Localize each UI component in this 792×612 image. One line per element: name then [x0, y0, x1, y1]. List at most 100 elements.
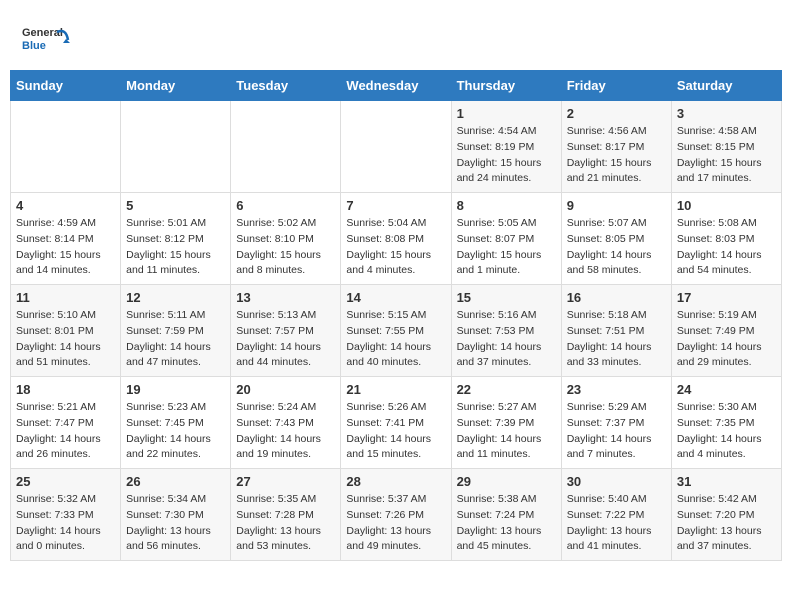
day-number: 27	[236, 474, 335, 489]
week-row-3: 11 Sunrise: 5:10 AM Sunset: 8:01 PM Dayli…	[11, 285, 782, 377]
logo: General Blue	[20, 20, 70, 60]
day-info: Sunrise: 4:59 AM Sunset: 8:14 PM Dayligh…	[16, 216, 115, 279]
day-cell: 23Sunrise: 5:29 AM Sunset: 7:37 PM Dayli…	[561, 377, 671, 469]
day-cell: 11 Sunrise: 5:10 AM Sunset: 8:01 PM Dayli…	[11, 285, 121, 377]
day-cell: 8 Sunrise: 5:05 AM Sunset: 8:07 PM Daylig…	[451, 193, 561, 285]
header-row: SundayMondayTuesdayWednesdayThursdayFrid…	[11, 71, 782, 101]
day-cell: 15 Sunrise: 5:16 AM Sunset: 7:53 PM Dayli…	[451, 285, 561, 377]
day-info: Sunrise: 5:32 AM Sunset: 7:33 PM Dayligh…	[16, 492, 115, 555]
day-info: Sunrise: 5:27 AM Sunset: 7:39 PM Dayligh…	[457, 400, 556, 463]
day-cell: 13Sunrise: 5:13 AM Sunset: 7:57 PM Dayli…	[231, 285, 341, 377]
day-cell: 30Sunrise: 5:40 AM Sunset: 7:22 PM Dayli…	[561, 469, 671, 561]
day-info: Sunrise: 5:24 AM Sunset: 7:43 PM Dayligh…	[236, 400, 335, 463]
day-number: 29	[457, 474, 556, 489]
day-info: Sunrise: 5:01 AM Sunset: 8:12 PM Dayligh…	[126, 216, 225, 279]
day-number: 5	[126, 198, 225, 213]
day-number: 12	[126, 290, 225, 305]
day-number: 15	[457, 290, 556, 305]
logo-svg: General Blue	[20, 20, 70, 60]
day-info: Sunrise: 5:38 AM Sunset: 7:24 PM Dayligh…	[457, 492, 556, 555]
day-info: Sunrise: 5:34 AM Sunset: 7:30 PM Dayligh…	[126, 492, 225, 555]
day-info: Sunrise: 5:16 AM Sunset: 7:53 PM Dayligh…	[457, 308, 556, 371]
day-cell: 22 Sunrise: 5:27 AM Sunset: 7:39 PM Dayli…	[451, 377, 561, 469]
day-number: 26	[126, 474, 225, 489]
svg-text:General: General	[22, 27, 63, 39]
calendar-body: 1Sunrise: 4:54 AM Sunset: 8:19 PM Daylig…	[11, 101, 782, 561]
day-cell: 17 Sunrise: 5:19 AM Sunset: 7:49 PM Dayli…	[671, 285, 781, 377]
day-cell: 6 Sunrise: 5:02 AM Sunset: 8:10 PM Daylig…	[231, 193, 341, 285]
weekday-header-friday: Friday	[561, 71, 671, 101]
day-number: 23	[567, 382, 666, 397]
day-info: Sunrise: 4:56 AM Sunset: 8:17 PM Dayligh…	[567, 124, 666, 187]
day-number: 9	[567, 198, 666, 213]
day-cell: 24 Sunrise: 5:30 AM Sunset: 7:35 PM Dayli…	[671, 377, 781, 469]
day-number: 8	[457, 198, 556, 213]
day-info: Sunrise: 5:04 AM Sunset: 8:08 PM Dayligh…	[346, 216, 445, 279]
day-cell: 26 Sunrise: 5:34 AM Sunset: 7:30 PM Dayli…	[121, 469, 231, 561]
day-info: Sunrise: 5:07 AM Sunset: 8:05 PM Dayligh…	[567, 216, 666, 279]
weekday-header-thursday: Thursday	[451, 71, 561, 101]
day-cell: 3 Sunrise: 4:58 AM Sunset: 8:15 PM Daylig…	[671, 101, 781, 193]
day-cell: 29 Sunrise: 5:38 AM Sunset: 7:24 PM Dayli…	[451, 469, 561, 561]
day-number: 24	[677, 382, 776, 397]
day-number: 2	[567, 106, 666, 121]
day-number: 14	[346, 290, 445, 305]
day-number: 16	[567, 290, 666, 305]
day-cell	[231, 101, 341, 193]
day-info: Sunrise: 5:19 AM Sunset: 7:49 PM Dayligh…	[677, 308, 776, 371]
day-number: 30	[567, 474, 666, 489]
day-cell: 5 Sunrise: 5:01 AM Sunset: 8:12 PM Daylig…	[121, 193, 231, 285]
day-info: Sunrise: 4:58 AM Sunset: 8:15 PM Dayligh…	[677, 124, 776, 187]
day-number: 18	[16, 382, 115, 397]
day-number: 6	[236, 198, 335, 213]
weekday-header-tuesday: Tuesday	[231, 71, 341, 101]
day-number: 7	[346, 198, 445, 213]
day-info: Sunrise: 5:37 AM Sunset: 7:26 PM Dayligh…	[346, 492, 445, 555]
day-info: Sunrise: 5:21 AM Sunset: 7:47 PM Dayligh…	[16, 400, 115, 463]
day-cell	[11, 101, 121, 193]
day-info: Sunrise: 5:10 AM Sunset: 8:01 PM Dayligh…	[16, 308, 115, 371]
day-cell: 28 Sunrise: 5:37 AM Sunset: 7:26 PM Dayli…	[341, 469, 451, 561]
day-cell: 19 Sunrise: 5:23 AM Sunset: 7:45 PM Dayli…	[121, 377, 231, 469]
day-cell: 9 Sunrise: 5:07 AM Sunset: 8:05 PM Daylig…	[561, 193, 671, 285]
day-info: Sunrise: 5:05 AM Sunset: 8:07 PM Dayligh…	[457, 216, 556, 279]
weekday-header-wednesday: Wednesday	[341, 71, 451, 101]
day-cell: 12 Sunrise: 5:11 AM Sunset: 7:59 PM Dayli…	[121, 285, 231, 377]
day-cell	[121, 101, 231, 193]
day-info: Sunrise: 5:30 AM Sunset: 7:35 PM Dayligh…	[677, 400, 776, 463]
day-number: 21	[346, 382, 445, 397]
weekday-header-saturday: Saturday	[671, 71, 781, 101]
day-cell: 7 Sunrise: 5:04 AM Sunset: 8:08 PM Daylig…	[341, 193, 451, 285]
day-cell: 16 Sunrise: 5:18 AM Sunset: 7:51 PM Dayli…	[561, 285, 671, 377]
day-cell: 20 Sunrise: 5:24 AM Sunset: 7:43 PM Dayli…	[231, 377, 341, 469]
day-number: 20	[236, 382, 335, 397]
week-row-5: 25 Sunrise: 5:32 AM Sunset: 7:33 PM Dayli…	[11, 469, 782, 561]
day-info: Sunrise: 5:23 AM Sunset: 7:45 PM Dayligh…	[126, 400, 225, 463]
day-number: 17	[677, 290, 776, 305]
weekday-header-monday: Monday	[121, 71, 231, 101]
day-cell: 25 Sunrise: 5:32 AM Sunset: 7:33 PM Dayli…	[11, 469, 121, 561]
day-number: 28	[346, 474, 445, 489]
calendar-table: SundayMondayTuesdayWednesdayThursdayFrid…	[10, 70, 782, 561]
day-number: 25	[16, 474, 115, 489]
day-number: 11	[16, 290, 115, 305]
weekday-header-sunday: Sunday	[11, 71, 121, 101]
day-number: 22	[457, 382, 556, 397]
page-header: General Blue	[10, 10, 782, 65]
svg-text:Blue: Blue	[22, 40, 46, 52]
day-number: 3	[677, 106, 776, 121]
week-row-2: 4Sunrise: 4:59 AM Sunset: 8:14 PM Daylig…	[11, 193, 782, 285]
day-info: Sunrise: 5:42 AM Sunset: 7:20 PM Dayligh…	[677, 492, 776, 555]
week-row-4: 18 Sunrise: 5:21 AM Sunset: 7:47 PM Dayli…	[11, 377, 782, 469]
day-info: Sunrise: 5:35 AM Sunset: 7:28 PM Dayligh…	[236, 492, 335, 555]
day-cell: 10Sunrise: 5:08 AM Sunset: 8:03 PM Dayli…	[671, 193, 781, 285]
day-info: Sunrise: 5:02 AM Sunset: 8:10 PM Dayligh…	[236, 216, 335, 279]
day-cell	[341, 101, 451, 193]
day-info: Sunrise: 5:11 AM Sunset: 7:59 PM Dayligh…	[126, 308, 225, 371]
day-info: Sunrise: 5:18 AM Sunset: 7:51 PM Dayligh…	[567, 308, 666, 371]
day-info: Sunrise: 4:54 AM Sunset: 8:19 PM Dayligh…	[457, 124, 556, 187]
day-info: Sunrise: 5:15 AM Sunset: 7:55 PM Dayligh…	[346, 308, 445, 371]
day-number: 31	[677, 474, 776, 489]
day-number: 19	[126, 382, 225, 397]
day-cell: 21Sunrise: 5:26 AM Sunset: 7:41 PM Dayli…	[341, 377, 451, 469]
